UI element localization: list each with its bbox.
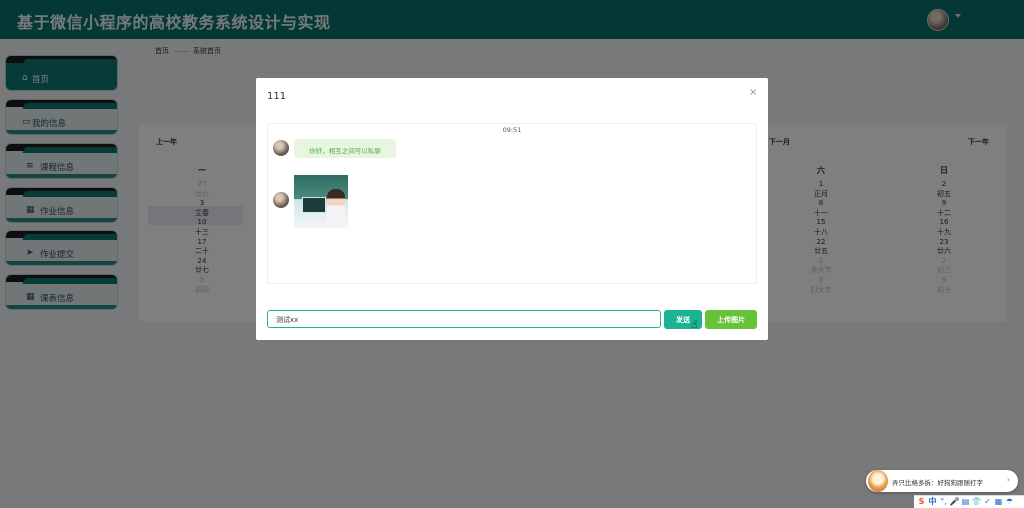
message-input[interactable]: 测试xx (267, 310, 661, 328)
ime-toolbar: S 中 °, 🎤 ▤ 👕 ✓ ▦ ☂ (914, 495, 1024, 508)
toolbox-icon[interactable]: ▦ (993, 497, 1004, 506)
sogou-logo-icon[interactable]: S (916, 497, 927, 506)
sender-avatar (273, 192, 289, 208)
image-child (327, 189, 345, 228)
chat-image-message[interactable] (294, 175, 348, 228)
fox-mascot-icon (868, 470, 888, 492)
chat-message-bubble: 你好，相互之间可以私聊 (294, 139, 396, 158)
chat-history[interactable]: 09:51 你好，相互之间可以私聊 (267, 123, 757, 284)
chat-dialog: 111 × 09:51 你好，相互之间可以私聊 测试xx 发送 上传图片 ☝ (256, 78, 768, 340)
chinese-mode-icon[interactable]: 中 (927, 496, 938, 507)
upload-image-button[interactable]: 上传图片 (705, 310, 757, 329)
check-icon[interactable]: ✓ (982, 497, 993, 506)
punctuation-icon[interactable]: °, (938, 497, 949, 506)
chevron-right-icon[interactable]: › (1007, 476, 1010, 484)
ime-tip-popup[interactable]: 弄只比格多拆：好狗狗跟随打字 › (866, 470, 1018, 492)
ime-tip-text: 弄只比格多拆：好狗狗跟随打字 (892, 479, 983, 487)
pointer-cursor-icon: ☝ (691, 318, 698, 331)
chat-timestamp: 09:51 (502, 126, 522, 134)
microphone-icon[interactable]: 🎤 (949, 497, 960, 506)
skin-icon[interactable]: 👕 (971, 497, 982, 506)
umbrella-icon[interactable]: ☂ (1004, 497, 1015, 506)
keyboard-icon[interactable]: ▤ (960, 497, 971, 506)
sender-avatar (273, 140, 289, 156)
close-icon[interactable]: × (749, 87, 757, 98)
image-blackboard (302, 197, 326, 213)
dialog-title: 111 (267, 91, 287, 102)
